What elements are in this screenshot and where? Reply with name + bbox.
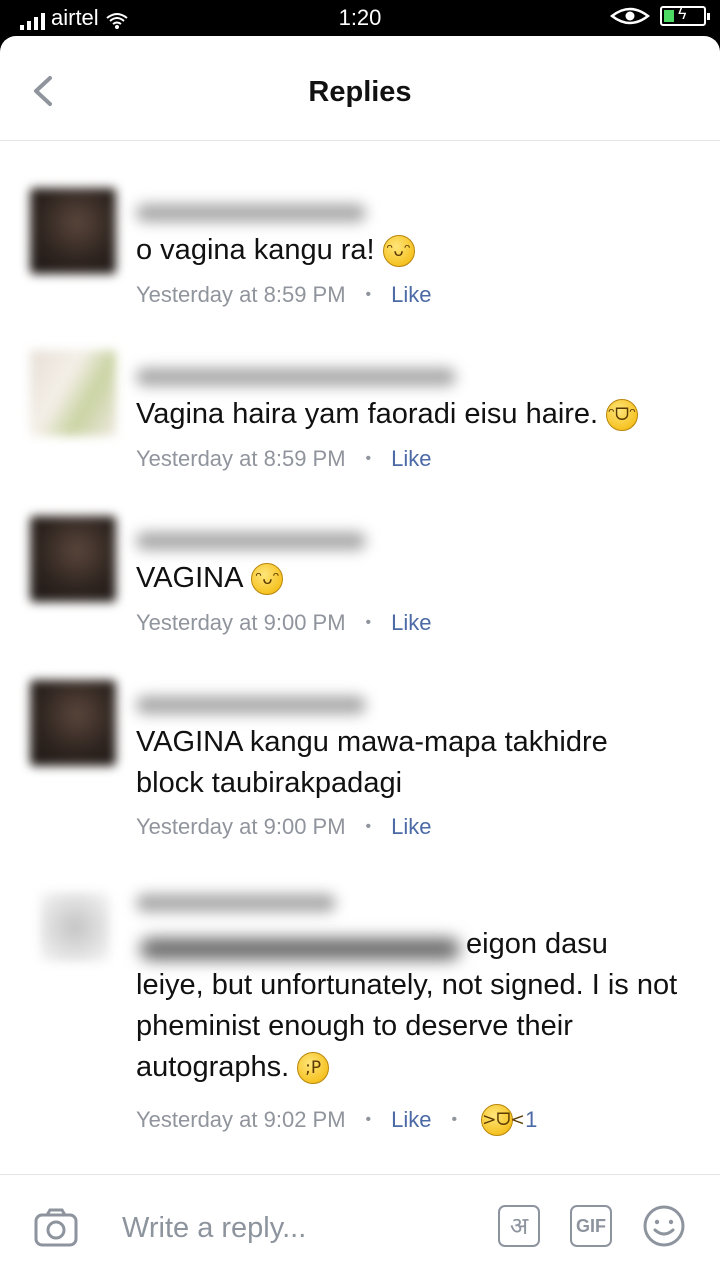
separator-dot: • <box>365 818 372 835</box>
eye-icon <box>610 7 650 25</box>
reply-text: o vagina kangu ra! <box>136 234 375 266</box>
replies-screen: Replies o vagina kangu ra! ᵔᴗᵔ Yesterday … <box>0 36 720 1280</box>
author-name-redacted[interactable] <box>136 532 366 550</box>
reply-input[interactable] <box>120 1205 484 1251</box>
reply-text: Vagina haira yam faoradi eisu haire. <box>136 398 599 430</box>
reply-text: VAGINA <box>136 562 244 594</box>
reply-text: leiye, but unfortunately, not signed. I … <box>136 969 678 1083</box>
reaction-count[interactable]: 1 <box>525 1107 537 1133</box>
separator-dot: • <box>451 1111 458 1128</box>
avatar[interactable] <box>40 892 110 962</box>
hindi-keyboard-button[interactable]: अ <box>498 1205 540 1247</box>
reply-timestamp: Yesterday at 9:02 PM <box>136 1107 346 1132</box>
laughing-reaction-icon[interactable]: >ᗜ< <box>481 1104 525 1136</box>
camera-icon[interactable] <box>34 1207 78 1247</box>
avatar[interactable] <box>30 516 116 602</box>
author-name-redacted[interactable] <box>136 368 456 386</box>
separator-dot: • <box>365 614 372 631</box>
grinning-emoji-icon: ᵔᴗᵔ <box>382 235 415 268</box>
page-title: Replies <box>308 76 412 108</box>
author-name-redacted[interactable] <box>136 894 336 912</box>
reply-text-first-line: eigon dasu <box>466 928 608 960</box>
separator-dot: • <box>365 286 372 303</box>
like-button[interactable]: Like <box>391 610 431 636</box>
separator-dot: • <box>365 450 372 467</box>
like-button[interactable]: Like <box>391 1107 431 1133</box>
reply-composer: अ GIF <box>0 1174 720 1280</box>
author-name-redacted[interactable] <box>136 204 366 222</box>
grinning-emoji-icon: ᵔᴗᵔ <box>251 563 284 596</box>
sticker-smiley-icon[interactable] <box>642 1204 686 1248</box>
reply-timestamp: Yesterday at 9:00 PM <box>136 610 346 635</box>
avatar[interactable] <box>30 680 116 766</box>
like-button[interactable]: Like <box>391 814 431 840</box>
tears-of-joy-emoji-icon: ᵔᗜᵔ <box>606 399 639 432</box>
battery-icon: ϟ <box>660 6 710 26</box>
reply-timestamp: Yesterday at 8:59 PM <box>136 446 346 471</box>
like-button[interactable]: Like <box>391 282 431 308</box>
reply-text: VAGINA kangu mawa-mapa takhidre block ta… <box>136 726 608 799</box>
like-button[interactable]: Like <box>391 446 431 472</box>
gif-button[interactable]: GIF <box>570 1205 612 1247</box>
winking-tongue-emoji-icon: ;P <box>297 1052 330 1085</box>
reply-timestamp: Yesterday at 8:59 PM <box>136 282 346 307</box>
separator-dot: • <box>365 1111 372 1128</box>
avatar[interactable] <box>30 188 116 274</box>
avatar[interactable] <box>30 350 116 436</box>
reply-timestamp: Yesterday at 9:00 PM <box>136 814 346 839</box>
status-bar: airtel 1:20 ϟ <box>0 0 720 36</box>
author-name-redacted[interactable] <box>136 696 366 714</box>
header: Replies <box>0 36 720 141</box>
